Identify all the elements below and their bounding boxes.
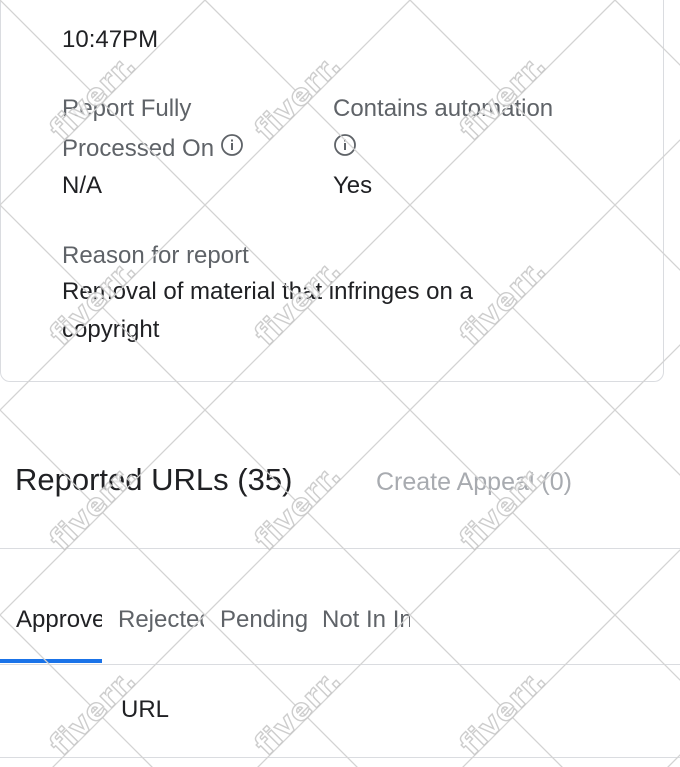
reason-value-line2: copyright	[62, 316, 160, 343]
info-icon[interactable]	[220, 130, 244, 170]
watermark-text: fiverr.	[248, 662, 350, 764]
info-icon[interactable]	[333, 130, 357, 170]
processed-on-label-line2: Processed On	[62, 129, 244, 170]
report-timestamp: 10:47PM	[62, 26, 159, 53]
automation-label: Contains automation	[333, 89, 553, 170]
tab-not-in-index[interactable]: Not In Index	[322, 600, 410, 640]
active-tab-indicator	[0, 659, 102, 663]
tab-approved[interactable]: Approved	[16, 600, 102, 640]
automation-info-row	[333, 129, 553, 170]
reported-urls-title: Reported URLs (35)	[15, 462, 293, 497]
tab-rejected[interactable]: Rejected	[118, 600, 204, 640]
reason-value-line1: Removal of material that infringes on a	[62, 278, 473, 305]
tab-pending[interactable]: Pending	[220, 600, 307, 640]
tabs-divider	[0, 664, 680, 665]
table-divider	[0, 757, 680, 758]
watermark-text: fiverr.	[453, 662, 555, 764]
processed-on-label: Report Fully Processed On	[62, 89, 244, 170]
reason-label: Reason for report	[62, 242, 249, 269]
section-divider	[0, 548, 680, 549]
url-column-header: URL	[121, 696, 170, 723]
create-appeal-button[interactable]: Create Appeal (0)	[376, 468, 572, 497]
automation-label-text: Contains automation	[333, 95, 554, 122]
status-tabs: Approved Rejected Pending Not In Index	[0, 600, 680, 664]
processed-on-value: N/A	[62, 172, 103, 199]
automation-value: Yes	[333, 172, 373, 199]
processed-on-label-text: Processed On	[62, 135, 215, 162]
processed-on-label-line1: Report Fully	[62, 95, 192, 122]
